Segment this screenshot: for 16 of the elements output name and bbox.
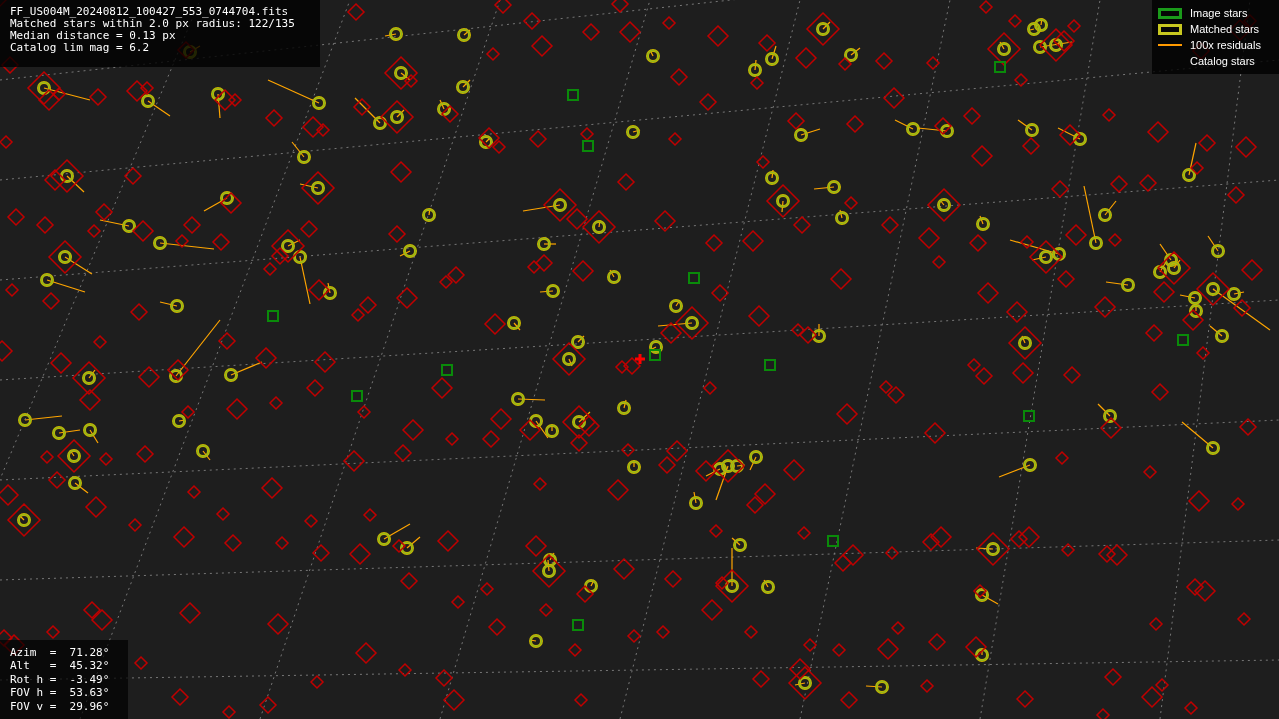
pointing-text: FOV v = 29.96° — [10, 699, 111, 713]
info-text: FF_US004M_20240812_100427_553_0744704.fits — [10, 6, 290, 18]
pointing-text: FOV h = 53.63° — [10, 686, 111, 700]
legend-label: Catalog stars — [1190, 54, 1255, 69]
pointing-text: Alt = 45.32° — [10, 659, 111, 673]
legend-label: 100x residuals — [1190, 38, 1261, 53]
pointing-text: Rot h = -3.49° — [10, 672, 111, 686]
info-text: Matched stars within 2.0 px radius: 122/135 — [10, 18, 296, 30]
legend-label: Matched stars — [1190, 22, 1260, 37]
legend-label: Image stars — [1190, 6, 1248, 21]
info-text: Median distance = 0.13 px — [10, 30, 177, 42]
info-text: Catalog lim mag = 6.2 — [10, 42, 151, 54]
image-star-swatch-icon — [1158, 7, 1182, 19]
residual-line-icon — [1158, 44, 1182, 46]
pointing-text: Azim = 71.28° — [10, 645, 111, 659]
matched-star-swatch-icon — [1158, 23, 1182, 35]
